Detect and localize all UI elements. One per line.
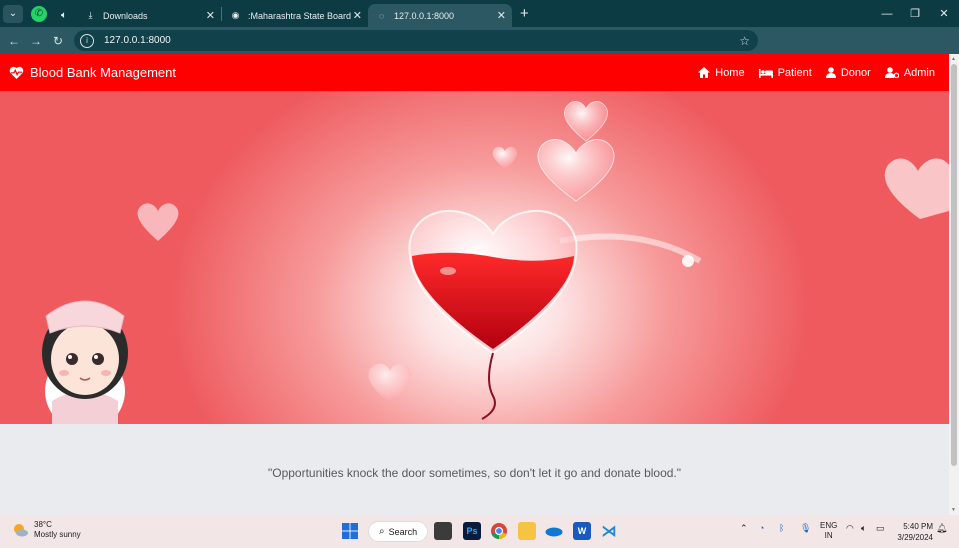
notification-bell-icon[interactable]: 🔔︎ <box>936 523 947 534</box>
scroll-up-icon[interactable]: ▲ <box>951 56 956 62</box>
hero-illustration <box>42 101 949 424</box>
nav-links: Home Patient Donor Admin <box>684 54 935 91</box>
reload-button[interactable]: ↻ <box>47 30 69 52</box>
heart-shape <box>368 363 412 403</box>
onedrive-icon[interactable] <box>545 522 563 540</box>
donation-quote: "Opportunities knock the door sometimes,… <box>267 466 682 480</box>
bookmark-star-icon[interactable]: ☆ <box>739 34 750 48</box>
address-bar[interactable]: i 127.0.0.1:8000 ☆ <box>74 30 758 51</box>
close-icon[interactable]: ✕ <box>353 9 362 22</box>
region-code: IN <box>824 531 833 540</box>
nurse-illustration <box>42 300 128 424</box>
brand-title: Blood Bank Management <box>30 65 176 80</box>
speaker-icon: 🔈︎ <box>61 10 67 21</box>
bluetooth-icon[interactable]: ᛒ <box>779 523 784 533</box>
language-indicator[interactable]: ENG IN <box>820 521 837 541</box>
microphone-icon[interactable]: 🎙︎ <box>800 523 811 534</box>
forward-button[interactable]: → <box>25 30 47 52</box>
word-icon[interactable]: W <box>573 522 591 540</box>
task-view-icon[interactable] <box>434 522 452 540</box>
close-icon[interactable]: ✕ <box>497 9 506 22</box>
nav-patient-label: Patient <box>777 66 812 79</box>
heart-shape <box>563 101 609 142</box>
windows-start-icon[interactable] <box>341 522 359 540</box>
home-icon <box>698 67 711 78</box>
url-text: 127.0.0.1:8000 <box>104 35 171 46</box>
download-icon: ⤓ <box>88 10 93 20</box>
chrome-icon[interactable] <box>490 522 508 540</box>
user-icon <box>825 67 836 78</box>
clock-time: 5:40 PM <box>903 522 933 531</box>
back-button[interactable]: ← <box>3 30 25 52</box>
browser-toolbar: ← → ↻ i 127.0.0.1:8000 ☆ ▣ ⊕ ZIP ⧉ ≡ ⤓ ⋮ <box>0 27 959 74</box>
system-clock[interactable]: 5:40 PM 3/29/2024 <box>897 521 933 543</box>
page-scrollbar[interactable]: ▲ ▼ <box>949 54 959 515</box>
globe-icon: ◉ <box>231 10 240 20</box>
nav-admin[interactable]: Admin <box>884 66 935 79</box>
scroll-thumb[interactable] <box>951 64 957 466</box>
brand-link[interactable]: Blood Bank Management <box>9 65 176 80</box>
minimize-button[interactable]: — <box>872 0 902 27</box>
tab-search-button[interactable]: ⌄ <box>3 4 23 23</box>
weather-widget[interactable]: 38°C Mostly sunny <box>12 520 81 540</box>
photoshop-icon[interactable]: Ps <box>463 522 481 540</box>
lang-code: ENG <box>820 521 838 530</box>
chevron-up-icon[interactable]: ⌃ <box>740 523 748 534</box>
heart-shape <box>492 146 518 169</box>
globe-icon: ◌ <box>378 10 385 21</box>
weather-desc: Mostly sunny <box>34 530 81 539</box>
file-explorer-icon[interactable] <box>518 522 536 540</box>
search-icon: ⌕ <box>379 526 385 537</box>
hero-banner <box>0 91 949 424</box>
nav-home[interactable]: Home <box>698 66 745 79</box>
nav-patient[interactable]: Patient <box>758 66 812 79</box>
tab-maharashtra-board[interactable]: ◉ :Maharashtra State Board of Te ✕ <box>222 4 368 27</box>
browser-tab-strip: ⌄ ✆ 🔈︎ ⤓ Downloads ✕ ◉ :Maharashtra Stat… <box>0 0 959 27</box>
sun-cloud-icon <box>14 524 28 537</box>
blood-fill <box>412 252 574 349</box>
tab-downloads[interactable]: ⤓ Downloads ✕ <box>77 4 221 27</box>
clock-date: 3/29/2024 <box>897 533 933 542</box>
whatsapp-icon[interactable]: ✆ <box>31 5 47 22</box>
maximize-button[interactable]: ❐ <box>900 0 930 27</box>
heart-shape <box>537 139 615 202</box>
new-tab-button[interactable]: + <box>520 5 529 22</box>
user-cog-icon <box>884 67 899 78</box>
heart-shape <box>137 203 179 241</box>
windows-taskbar: 38°C Mostly sunny ⌕ Search Ps W ⋊ ⌃ ◔ ᛒ … <box>0 515 959 548</box>
close-icon[interactable]: ✕ <box>206 9 215 22</box>
tab-localhost[interactable]: ◌ 127.0.0.1:8000 ✕ <box>368 4 512 27</box>
weather-temp: 38°C <box>34 520 52 529</box>
tab-label: :Maharashtra State Board of Te <box>248 10 353 21</box>
taskbar-search[interactable]: ⌕ Search <box>368 521 428 542</box>
mute-tab-icon[interactable]: 🔈︎ <box>57 4 77 27</box>
battery-icon[interactable]: ▭ <box>876 523 885 534</box>
web-page: Blood Bank Management Home Patient Donor… <box>0 54 949 515</box>
site-navbar: Blood Bank Management Home Patient Donor… <box>0 54 949 91</box>
nav-admin-label: Admin <box>903 66 935 79</box>
vscode-icon[interactable]: ⋊ <box>600 522 618 540</box>
site-info-icon[interactable]: i <box>80 33 94 48</box>
heart-shape <box>884 158 949 219</box>
close-window-button[interactable]: ✕ <box>929 0 959 27</box>
search-label: Search <box>388 526 418 537</box>
nav-donor-label: Donor <box>840 66 871 79</box>
scroll-down-icon[interactable]: ▼ <box>951 507 956 513</box>
wifi-icon[interactable]: ◠ <box>846 523 854 534</box>
bed-icon <box>758 68 773 78</box>
tab-label: 127.0.0.1:8000 <box>394 10 455 21</box>
nav-donor[interactable]: Donor <box>825 66 871 79</box>
nav-home-label: Home <box>715 66 745 79</box>
tab-label: Downloads <box>103 10 148 21</box>
heartbeat-icon <box>9 66 24 79</box>
clock-app-icon[interactable]: ◔ <box>759 523 764 533</box>
volume-icon[interactable]: 🔈︎ <box>861 523 866 534</box>
